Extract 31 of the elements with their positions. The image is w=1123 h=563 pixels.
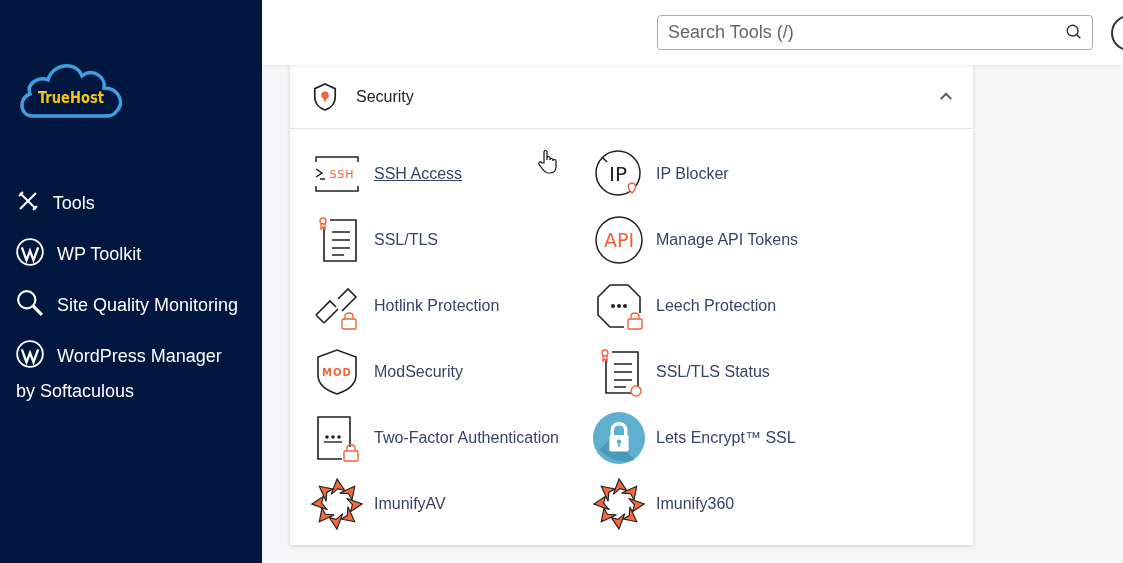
- tool-link[interactable]: SSH Access: [374, 165, 463, 183]
- tool-link[interactable]: Manage API Tokens: [656, 231, 799, 249]
- tool-link[interactable]: SSL/TLS: [374, 231, 439, 249]
- tool-link[interactable]: Leech Protection: [656, 297, 777, 315]
- star-burst-icon: [310, 477, 364, 531]
- tool-link[interactable]: ModSecurity: [374, 363, 463, 381]
- sidebar-item[interactable]: WordPress Manager by Softaculous: [16, 339, 242, 409]
- sidebar-item[interactable]: Site Quality Monitoring: [16, 288, 242, 323]
- logo[interactable]: TrueHost: [0, 0, 126, 126]
- sidebar-item[interactable]: Tools: [16, 186, 242, 221]
- hand-cursor-icon: [538, 149, 558, 175]
- search-field[interactable]: Search Tools (/): [657, 15, 1093, 50]
- tool-link[interactable]: Hotlink Protection: [374, 297, 500, 315]
- tool-link[interactable]: ImunifyAV: [374, 495, 446, 513]
- chevron-icon[interactable]: [939, 92, 953, 101]
- tool-link[interactable]: SSL/TLS Status: [656, 363, 770, 381]
- tool-link[interactable]: IP Blocker: [656, 165, 729, 183]
- star-burst-icon: [592, 477, 646, 531]
- search-icon[interactable]: [1065, 23, 1083, 41]
- tool-link[interactable]: Imunify360: [656, 495, 735, 513]
- magnifier-icon: [16, 289, 44, 318]
- section-header[interactable]: Security: [290, 65, 973, 129]
- wordpress-icon: [16, 238, 44, 267]
- tool-link[interactable]: Lets Encrypt™ SSL: [656, 429, 796, 447]
- section-title: Security: [356, 87, 415, 106]
- tool-link[interactable]: Two-Factor Authentication: [374, 429, 559, 447]
- api-icon: API: [592, 215, 646, 265]
- padlock-icon: [592, 410, 646, 466]
- wordpress-icon: [16, 340, 44, 369]
- shield-icon: [312, 81, 338, 112]
- sidebar-item[interactable]: WP Toolkit: [16, 237, 242, 272]
